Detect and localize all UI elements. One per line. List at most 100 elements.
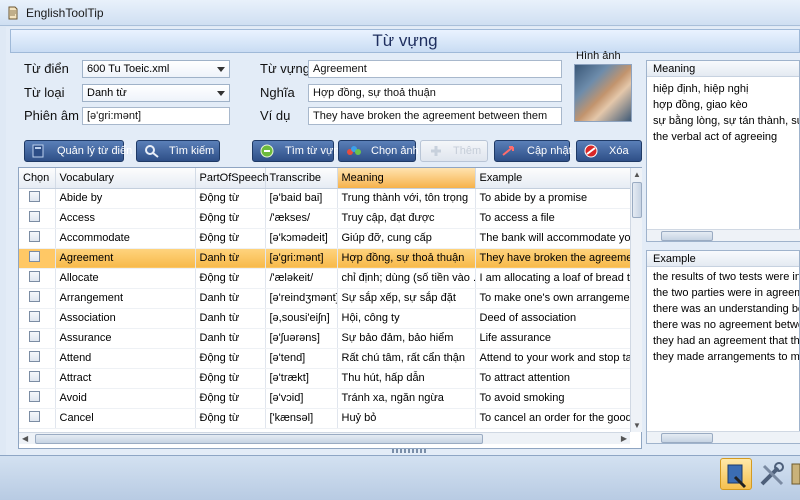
table-horizontal-scroll-thumb[interactable] [35, 434, 483, 444]
select-cell[interactable] [19, 368, 56, 389]
meaning-field[interactable]: Hợp đồng, sự thoả thuận [308, 84, 562, 102]
meaning-label: Nghĩa [260, 85, 295, 100]
example-panel-title: Example [647, 251, 799, 267]
find-vocab-button[interactable]: Tìm từ vựng [252, 140, 346, 162]
row-checkbox[interactable] [29, 251, 40, 262]
row-checkbox[interactable] [29, 411, 40, 422]
example-scroll-thumb[interactable] [661, 433, 713, 443]
table-cell: Avoid [55, 388, 196, 409]
column-header-example[interactable]: Example [475, 168, 641, 189]
table-cell: [ə'gri:mənt] [265, 248, 338, 269]
column-header-partofspeech[interactable]: PartOfSpeech [195, 168, 269, 189]
table-cell: Truy cập, đạt được [337, 208, 476, 229]
table-cell: Giúp đỡ, cung cấp [337, 228, 476, 249]
meaning-scroll-thumb[interactable] [661, 231, 713, 241]
column-header-transcribe[interactable]: Transcribe [265, 168, 338, 189]
settings-tools-button[interactable] [756, 458, 788, 490]
example-horizontal-scrollbar[interactable] [647, 431, 800, 443]
table-row[interactable]: Allocate Động từ/'æləkeit/chỉ định; dùng … [19, 268, 641, 289]
table-cell: Rất chú tâm, rất cẩn thận [337, 348, 476, 369]
table-cell: To abide by a promise [475, 188, 641, 209]
scroll-up-icon[interactable]: ▲ [633, 170, 641, 179]
select-cell[interactable] [19, 348, 56, 369]
table-cell: Access [55, 208, 196, 229]
add-button[interactable]: Thêm [420, 140, 488, 162]
table-row[interactable]: Assurance Danh từ [ə'ʃuərəns] Sự bảo đảm, b… [19, 328, 641, 349]
row-checkbox[interactable] [29, 371, 40, 382]
select-cell[interactable] [19, 308, 56, 329]
select-cell[interactable] [19, 208, 56, 229]
vocabulary-table: Chọn Vocabulary PartOfSpeech Transcribe … [18, 167, 642, 449]
row-checkbox[interactable] [29, 231, 40, 242]
table-row[interactable]: Abide by Động từ [ə'baid bai] Trung thành v… [19, 188, 641, 209]
row-checkbox[interactable] [29, 311, 40, 322]
delete-label: Xóa [609, 145, 629, 157]
manage-dictionary-button[interactable]: Quản lý từ điển [24, 140, 132, 162]
row-checkbox[interactable] [29, 271, 40, 282]
row-checkbox[interactable] [29, 391, 40, 402]
table-row[interactable]: Attend Động từ [ə'tend] Rất chú tâm, rất cẩ… [19, 348, 641, 369]
meaning-line: sự bằng lòng, sự tán thành, sự đồng [653, 115, 799, 127]
table-cell: Danh từ [195, 248, 266, 269]
row-checkbox[interactable] [29, 331, 40, 342]
table-cell: [ə'vɔid] [265, 388, 338, 409]
column-header-select[interactable]: Chọn [19, 168, 56, 189]
select-cell[interactable] [19, 388, 56, 409]
column-header-vocabulary[interactable]: Vocabulary [55, 168, 196, 189]
vocab-image[interactable] [574, 64, 632, 122]
delete-button[interactable]: Xóa [576, 140, 642, 162]
wordtype-select[interactable]: Danh từ [82, 84, 230, 102]
vocab-field[interactable]: Agreement [308, 60, 562, 78]
table-vertical-scrollbar[interactable]: ▲ ▼ [630, 168, 642, 432]
select-cell[interactable] [19, 188, 56, 209]
image-label: Hình ảnh [576, 50, 621, 62]
phonetic-field[interactable]: [ə'gri:mənt] [82, 107, 230, 125]
example-line: they made arrangements to meet ir [653, 351, 799, 363]
table-row[interactable]: Avoid Động từ [ə'vɔid] Tránh xa, ngăn ngừa T… [19, 388, 641, 409]
select-cell[interactable] [19, 288, 56, 309]
table-row[interactable]: Arrangement Danh từ [ə'reindʒmənt] Sự sắp x… [19, 288, 641, 309]
example-line: the results of two tests were in cor [653, 271, 799, 283]
search-button[interactable]: Tìm kiếm [136, 140, 220, 162]
window-title: EnglishToolTip [26, 6, 104, 20]
lookup-tool-button[interactable] [720, 458, 752, 490]
table-cell: They have broken the agreement [475, 248, 641, 269]
table-row[interactable]: Cancel Động từ ['kænsəl] Huỷ bỏ To cancel an… [19, 408, 641, 429]
table-row[interactable]: Association Danh từ [ə,sousi'eiʃn] Hội, côn… [19, 308, 641, 329]
more-tool-button[interactable] [790, 458, 800, 490]
table-row[interactable]: Accommodate Động từ [ə'kɔmədeit] Giúp đỡ, c… [19, 228, 641, 249]
app-icon [8, 6, 18, 20]
row-checkbox[interactable] [29, 291, 40, 302]
update-icon [502, 146, 514, 156]
table-row[interactable]: Access Động từ/'ækses/Truy cập, đạt được T… [19, 208, 641, 229]
table-row[interactable]: Attract Động từ [ə'trækt] Thu hút, hấp dẫn T… [19, 368, 641, 389]
scroll-right-icon[interactable]: ▶ [621, 434, 627, 443]
select-cell[interactable] [19, 328, 56, 349]
meaning-horizontal-scrollbar[interactable] [647, 229, 800, 241]
row-checkbox[interactable] [29, 191, 40, 202]
select-cell[interactable] [19, 228, 56, 249]
settings-tools-icon [760, 462, 784, 486]
splitter-grip[interactable] [392, 449, 428, 453]
scroll-down-icon[interactable]: ▼ [633, 421, 641, 430]
choose-image-button[interactable]: Chọn ảnh [338, 140, 419, 162]
table-row[interactable]: Agreement Danh từ [ə'gri:mənt] Hợp đồng, sự… [19, 248, 641, 269]
page-title: Từ vựng [372, 31, 438, 50]
dictionary-select[interactable]: 600 Tu Toeic.xml [82, 60, 230, 78]
update-button[interactable]: Cập nhật [494, 140, 572, 162]
select-cell[interactable] [19, 408, 56, 429]
select-cell[interactable] [19, 268, 56, 289]
palette-icon [347, 146, 361, 155]
table-horizontal-scrollbar[interactable]: ◀ ▶ [19, 432, 630, 444]
dictionary-select-value: 600 Tu Toeic.xml [87, 63, 170, 75]
select-cell[interactable] [19, 248, 56, 269]
scroll-left-icon[interactable]: ◀ [22, 434, 28, 443]
example-field[interactable]: They have broken the agreement between t… [308, 107, 562, 125]
row-checkbox[interactable] [29, 351, 40, 362]
row-checkbox[interactable] [29, 211, 40, 222]
table-cell: The bank will accommodate you w [475, 228, 641, 249]
table-cell: To access a file [475, 208, 641, 229]
table-vertical-scroll-thumb[interactable] [632, 182, 642, 218]
table-cell: Động từ [195, 348, 266, 369]
column-header-meaning[interactable]: Meaning [337, 168, 476, 189]
